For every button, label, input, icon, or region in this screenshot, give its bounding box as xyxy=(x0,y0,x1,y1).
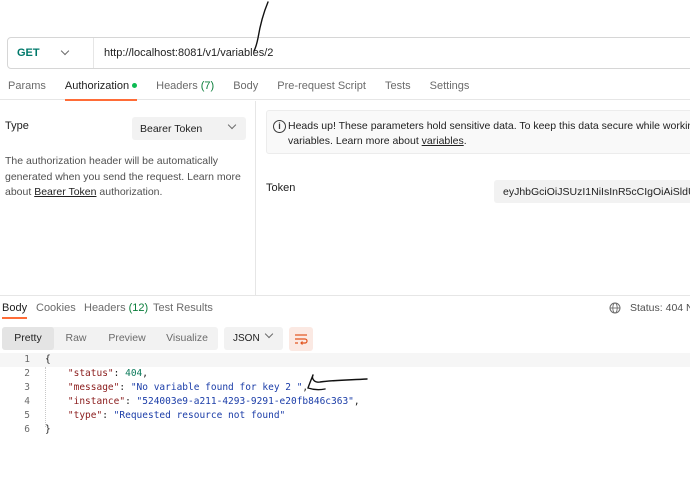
code-line: 1 { xyxy=(0,353,690,367)
indent-guide xyxy=(45,367,46,427)
token-value: eyJhbGciOiJSUzI1NiIsInR5cCIgOiAiSldUIiwi xyxy=(503,185,690,198)
code-line: 6 } xyxy=(0,423,690,437)
format-value: JSON xyxy=(233,333,260,344)
tab-count: (12) xyxy=(128,302,149,314)
tab-label: Pre-request Script xyxy=(277,80,366,92)
response-body[interactable]: 1 { 2 "status": 404, 3 "message": "No va… xyxy=(0,353,690,437)
json-value: 404 xyxy=(125,368,143,379)
line-number: 5 xyxy=(24,410,30,421)
line-number: 4 xyxy=(24,396,30,407)
format-dropdown[interactable]: JSON xyxy=(224,327,283,350)
line-content: "instance": "524003e9-a211-4293-9291-e20… xyxy=(67,396,360,407)
tab-headers[interactable]: Headers (7) xyxy=(156,76,214,100)
request-tabs: Params Authorization Headers (7) Body Pr… xyxy=(0,76,690,101)
method-label: GET xyxy=(17,47,40,59)
code-line: 4 "instance": "524003e9-a211-4293-9291-e… xyxy=(0,395,690,409)
view-raw[interactable]: Raw xyxy=(54,327,98,350)
line-content: "status": 404, xyxy=(67,368,149,379)
tab-authorization[interactable]: Authorization xyxy=(64,76,138,101)
code-line: 5 "type": "Requested resource not found" xyxy=(0,409,690,423)
tab-label: Tests xyxy=(384,80,411,92)
chevron-down-icon xyxy=(227,120,237,130)
auth-type-dropdown[interactable]: Bearer Token xyxy=(132,117,246,140)
auth-description-suffix: authorization. xyxy=(96,186,163,198)
view-pretty[interactable]: Pretty xyxy=(2,327,54,350)
auth-type-panel: Type Bearer Token The authorization head… xyxy=(0,101,256,296)
wrap-lines-button[interactable] xyxy=(289,327,313,351)
response-tab-cookies[interactable]: Cookies xyxy=(36,302,76,314)
line-number: 6 xyxy=(24,424,30,435)
token-label: Token xyxy=(266,182,296,194)
banner-line-2-suffix: . xyxy=(463,135,467,147)
banner-text: Heads up! These parameters hold sensitiv… xyxy=(288,119,690,149)
url-bar: GET xyxy=(7,37,690,69)
tab-label: Body xyxy=(233,80,259,92)
banner-line-2-text: variables. Learn more about xyxy=(288,135,422,147)
response-tab-test-results[interactable]: Test Results xyxy=(153,302,213,314)
globe-icon[interactable] xyxy=(609,302,621,314)
json-key: "status" xyxy=(67,368,114,379)
tab-settings[interactable]: Settings xyxy=(430,76,470,100)
code-line: 3 "message": "No variable found for key … xyxy=(0,381,690,395)
tab-count: (7) xyxy=(200,80,215,92)
line-content: { xyxy=(45,353,51,367)
response-tab-headers[interactable]: Headers (12) xyxy=(84,302,148,314)
auth-type-value: Bearer Token xyxy=(140,122,203,135)
json-value: "524003e9-a211-4293-9291-e20fb846c363" xyxy=(136,396,354,407)
auth-type-label: Type xyxy=(5,120,29,132)
tab-tests[interactable]: Tests xyxy=(385,76,411,100)
json-key: "type" xyxy=(67,410,103,421)
token-input[interactable]: eyJhbGciOiJSUzI1NiIsInR5cCIgOiAiSldUIiwi xyxy=(494,180,690,203)
banner-line-2: variables. Learn more about variables. xyxy=(288,134,690,149)
url-input[interactable] xyxy=(104,47,664,59)
line-number: 2 xyxy=(24,368,30,379)
json-key: "message" xyxy=(67,382,120,393)
json-value: "Requested resource not found" xyxy=(113,410,286,421)
line-number: 3 xyxy=(24,382,30,393)
variables-link[interactable]: variables xyxy=(422,135,464,147)
auth-description: The authorization header will be automat… xyxy=(5,154,250,201)
response-tab-body[interactable]: Body xyxy=(2,302,28,319)
chevron-down-icon xyxy=(60,46,69,56)
line-content: "type": "Requested resource not found" xyxy=(67,410,286,421)
view-visualize[interactable]: Visualize xyxy=(156,327,218,350)
response-header: Body Cookies Headers (12) Test Results S… xyxy=(0,295,690,321)
sensitive-data-banner: i Heads up! These parameters hold sensit… xyxy=(266,110,690,154)
tab-params[interactable]: Params xyxy=(8,76,46,100)
tab-label: Params xyxy=(8,80,46,92)
method-dropdown[interactable]: GET xyxy=(8,38,94,68)
wrap-lines-icon xyxy=(295,334,308,345)
status-dot-icon xyxy=(132,82,138,88)
tab-pre-request-script[interactable]: Pre-request Script xyxy=(277,76,366,100)
info-icon: i xyxy=(273,120,286,133)
brace-open: { xyxy=(45,354,51,365)
tab-label: Headers xyxy=(84,302,126,314)
tab-label: Headers xyxy=(156,80,198,92)
bearer-token-link[interactable]: Bearer Token xyxy=(34,186,96,198)
tab-label: Settings xyxy=(429,80,470,92)
tab-label: Authorization xyxy=(64,80,130,92)
view-mode-switch: Pretty Raw Preview Visualize xyxy=(2,327,218,350)
view-preview[interactable]: Preview xyxy=(98,327,156,350)
tab-body[interactable]: Body xyxy=(233,76,258,100)
json-value: "No variable found for key 2 " xyxy=(130,382,303,393)
code-line: 2 "status": 404, xyxy=(0,367,690,381)
line-content: "message": "No variable found for key 2 … xyxy=(67,382,309,393)
json-key: "instance" xyxy=(67,396,126,407)
line-number: 1 xyxy=(24,354,30,365)
banner-line-1: Heads up! These parameters hold sensitiv… xyxy=(288,120,690,132)
response-status: Status: 404 Nc xyxy=(630,302,690,314)
chevron-down-icon xyxy=(264,329,274,339)
